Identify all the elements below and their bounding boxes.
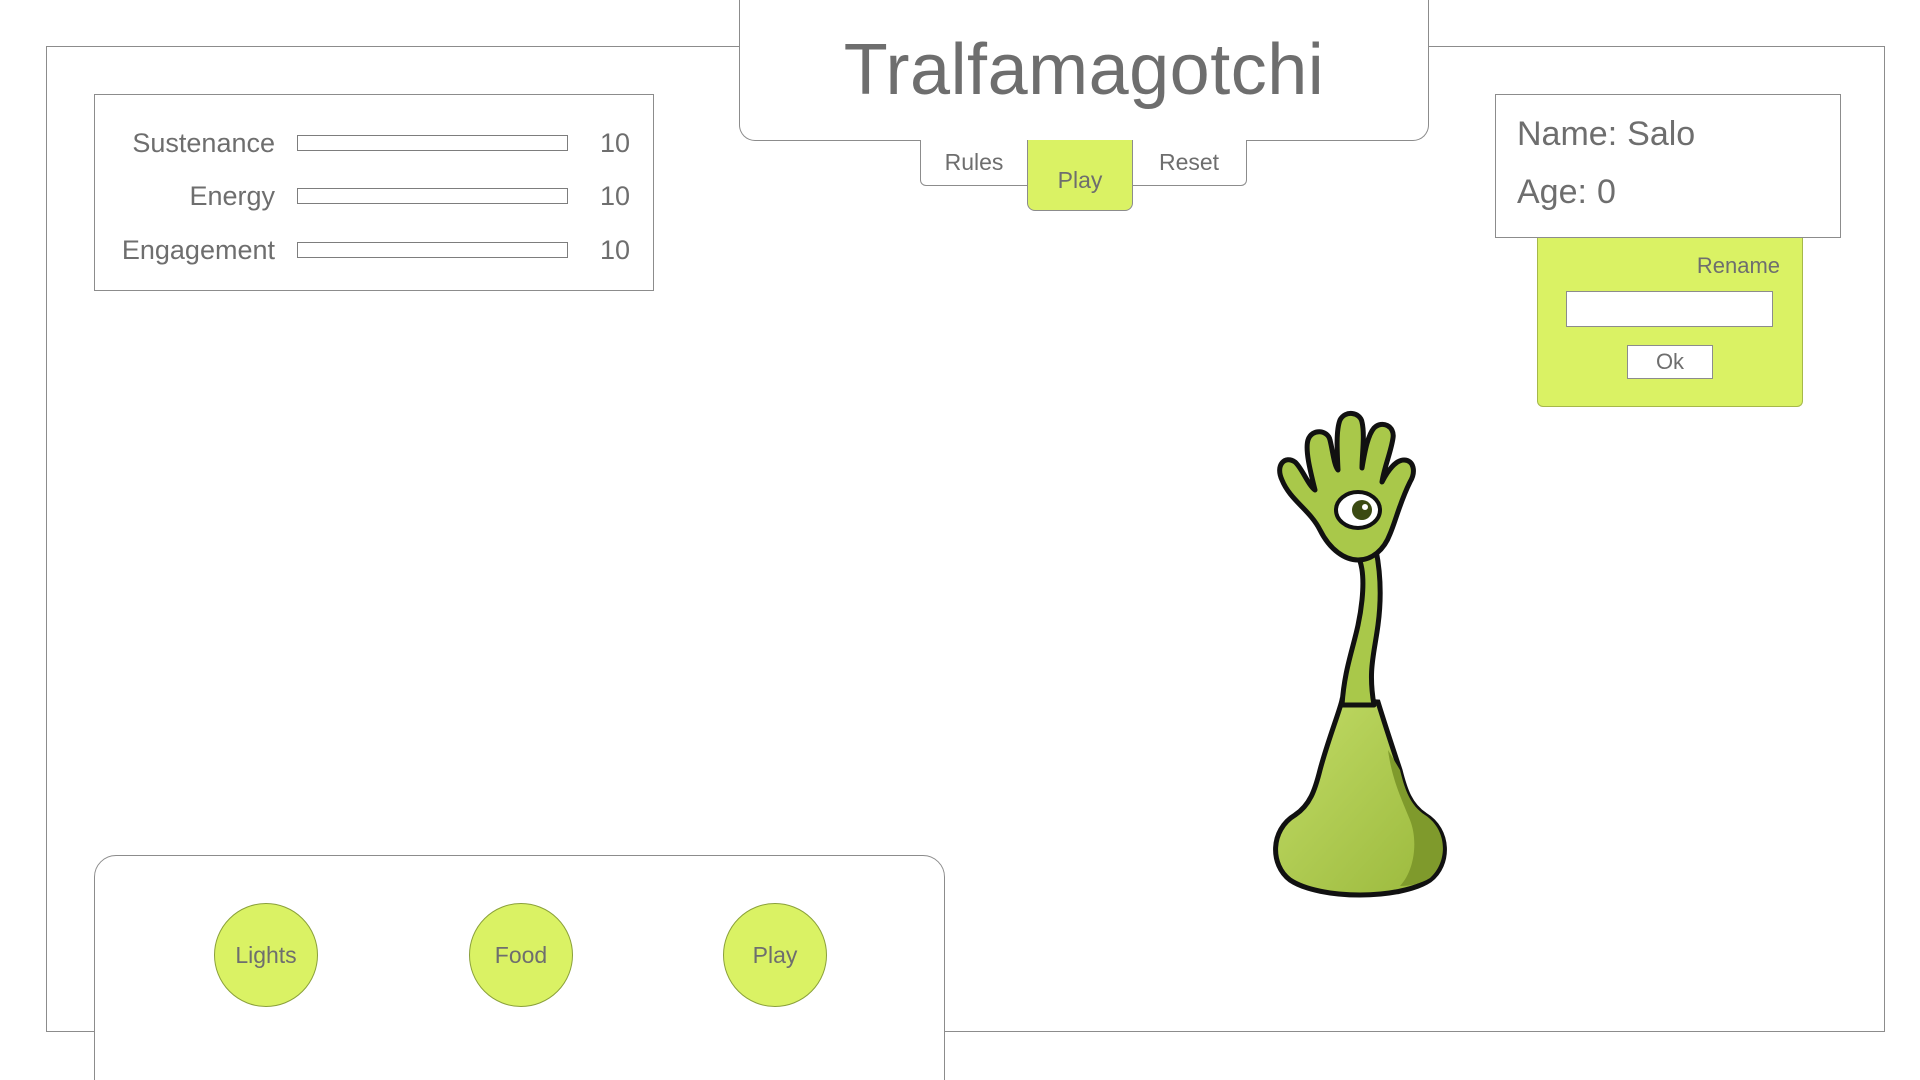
engagement-bar bbox=[297, 242, 568, 258]
pet-age-line: Age: 0 bbox=[1517, 173, 1616, 212]
title-box: Tralfamagotchi bbox=[739, 0, 1429, 141]
tab-play[interactable]: Play bbox=[1027, 140, 1133, 211]
tab-rules[interactable]: Rules bbox=[920, 140, 1028, 186]
stat-row-sustenance: Sustenance 10 bbox=[95, 122, 653, 162]
stat-row-engagement: Engagement 10 bbox=[95, 229, 653, 269]
play-button[interactable]: Play bbox=[723, 903, 827, 1007]
energy-bar bbox=[297, 188, 568, 204]
rename-label: Rename bbox=[1696, 253, 1780, 278]
page-title: Tralfamagotchi bbox=[843, 30, 1325, 110]
pet-age-label: Age: bbox=[1517, 173, 1587, 211]
tab-reset[interactable]: Reset bbox=[1131, 140, 1247, 186]
stats-panel: Sustenance 10 Energy 10 Engagement 10 bbox=[94, 94, 654, 291]
food-button[interactable]: Food bbox=[469, 903, 573, 1007]
stat-value: 10 bbox=[600, 181, 631, 211]
stat-value: 10 bbox=[600, 128, 631, 158]
rename-panel: Rename Ok bbox=[1537, 237, 1803, 407]
ok-button[interactable]: Ok bbox=[1627, 345, 1713, 379]
sustenance-bar bbox=[297, 135, 568, 151]
rename-input[interactable] bbox=[1566, 291, 1773, 327]
pet-info-panel: Name: Salo Age: 0 bbox=[1495, 94, 1841, 238]
pet-age-value: 0 bbox=[1596, 173, 1616, 211]
pet-name-value: Salo bbox=[1627, 115, 1696, 153]
stat-value: 10 bbox=[600, 235, 631, 265]
action-bar: Lights Food Play bbox=[94, 855, 945, 1080]
game-screen: Sustenance 10 Energy 10 Engagement 10 Tr… bbox=[0, 0, 1920, 1080]
stat-label: Engagement bbox=[121, 235, 275, 265]
lights-button[interactable]: Lights bbox=[214, 903, 318, 1007]
stat-label: Sustenance bbox=[132, 128, 275, 158]
pet-name-label: Name: bbox=[1517, 115, 1618, 153]
hand-with-eye-creature-icon[interactable] bbox=[1250, 410, 1470, 940]
stat-row-energy: Energy 10 bbox=[95, 175, 653, 215]
stat-label: Energy bbox=[189, 181, 275, 211]
pet-name-line: Name: Salo bbox=[1517, 115, 1695, 154]
